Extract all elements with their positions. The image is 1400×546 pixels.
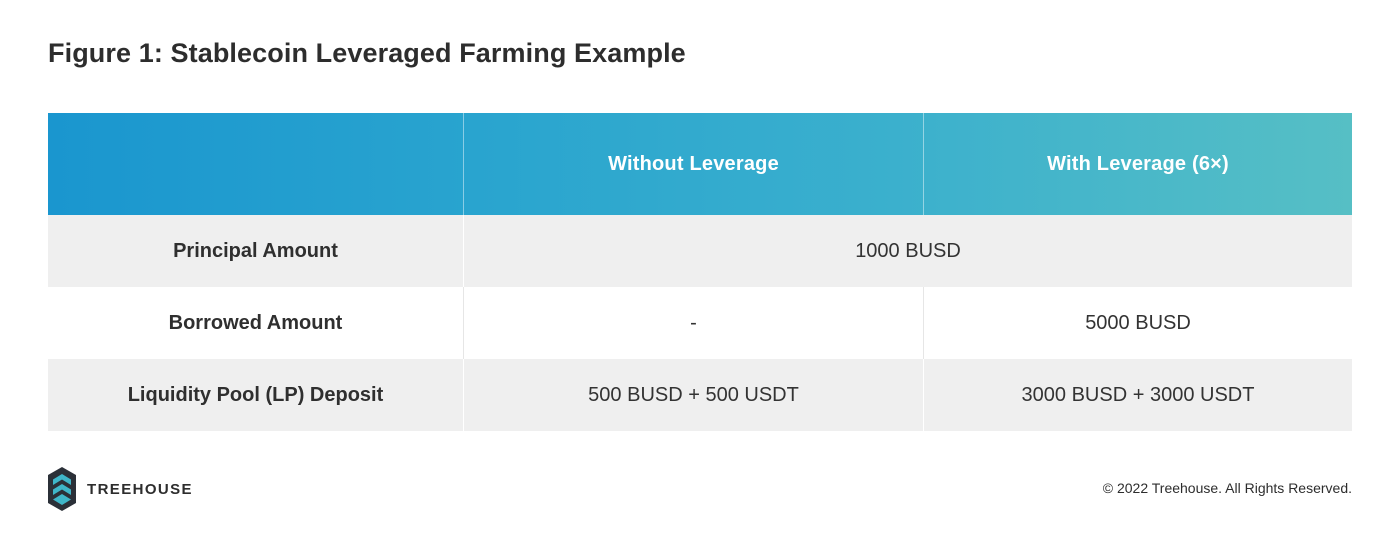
copyright-text: © 2022 Treehouse. All Rights Reserved. <box>1102 480 1352 496</box>
comparison-table: Without Leverage With Leverage (6×) Prin… <box>48 113 1352 431</box>
borrowed-without-leverage: - <box>463 287 923 359</box>
brand-name: TREEHOUSE <box>87 480 193 498</box>
treehouse-logo-icon <box>48 467 76 511</box>
principal-value-merged: 1000 BUSD <box>463 215 1352 287</box>
row-label-principal: Principal Amount <box>173 239 338 262</box>
borrowed-with-leverage: 5000 BUSD <box>923 287 1352 359</box>
header-cell-with-leverage: With Leverage (6×) <box>923 113 1352 215</box>
table-header-row: Without Leverage With Leverage (6×) <box>48 113 1352 215</box>
table-row: Borrowed Amount - 5000 BUSD <box>48 287 1352 359</box>
row-label-lp-deposit: Liquidity Pool (LP) Deposit <box>127 383 384 406</box>
header-cell-empty <box>48 113 463 215</box>
row-label-borrowed: Borrowed Amount <box>168 311 343 334</box>
footer-brand: TREEHOUSE <box>47 466 193 512</box>
lp-deposit-without-leverage: 500 BUSD + 500 USDT <box>463 359 923 431</box>
figure-title: Figure 1: Stablecoin Leveraged Farming E… <box>48 38 686 68</box>
header-cell-without-leverage: Without Leverage <box>463 113 923 215</box>
table-row: Principal Amount 1000 BUSD <box>48 215 1352 287</box>
lp-deposit-with-leverage: 3000 BUSD + 3000 USDT <box>923 359 1352 431</box>
table-row: Liquidity Pool (LP) Deposit 500 BUSD + 5… <box>48 359 1352 431</box>
